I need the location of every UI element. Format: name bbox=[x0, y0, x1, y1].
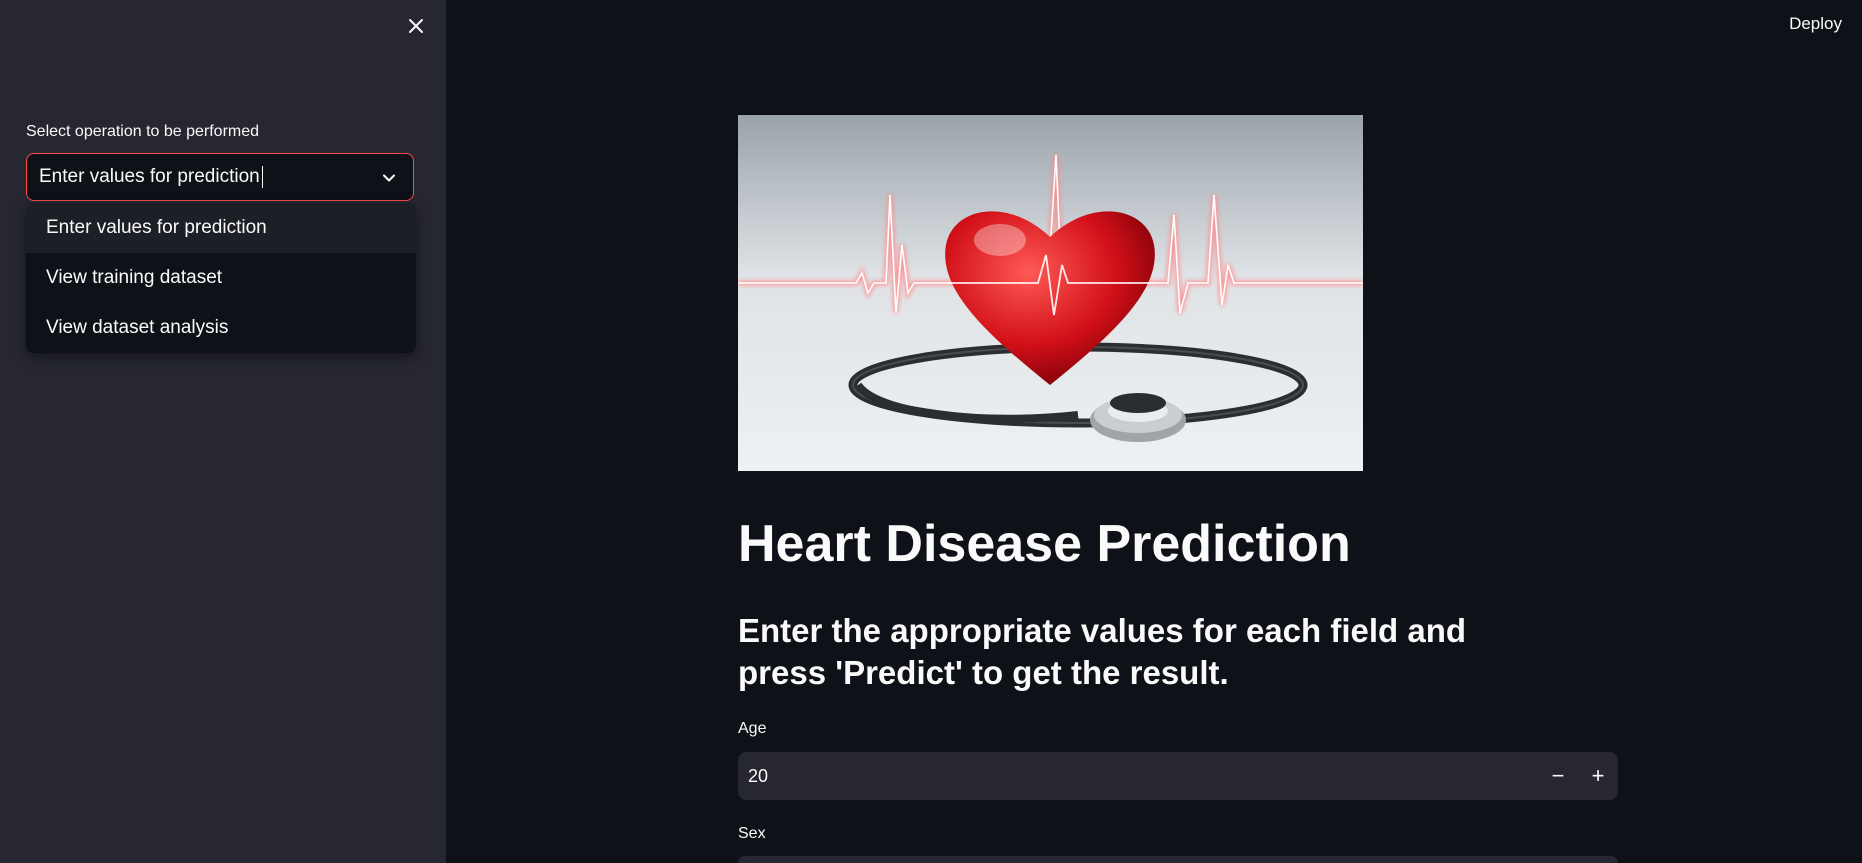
age-decrement-button[interactable]: − bbox=[1538, 752, 1578, 800]
operation-select-value[interactable]: Enter values for prediction bbox=[39, 166, 260, 188]
page-subtitle: Enter the appropriate values for each fi… bbox=[738, 612, 1467, 691]
age-increment-button[interactable]: + bbox=[1578, 752, 1618, 800]
age-value[interactable]: 20 bbox=[738, 766, 1538, 787]
sidebar: Select operation to be performed Enter v… bbox=[0, 0, 446, 863]
age-label: Age bbox=[738, 720, 767, 737]
app-root: Select operation to be performed Enter v… bbox=[0, 0, 1862, 863]
close-icon bbox=[409, 19, 423, 33]
operation-dropdown-menu: Enter values for prediction View trainin… bbox=[26, 203, 416, 353]
deploy-button[interactable]: Deploy bbox=[1789, 14, 1842, 34]
age-number-input[interactable]: 20 − + bbox=[738, 752, 1618, 800]
sex-select[interactable] bbox=[738, 856, 1618, 863]
heart-stethoscope-illustration bbox=[738, 115, 1363, 471]
dropdown-option-enter-values[interactable]: Enter values for prediction bbox=[26, 203, 416, 253]
close-sidebar-button[interactable] bbox=[404, 14, 428, 38]
page-title: Heart Disease Prediction bbox=[738, 515, 1351, 573]
sex-label: Sex bbox=[738, 825, 766, 842]
hero-image bbox=[738, 115, 1363, 471]
chevron-down-icon[interactable] bbox=[379, 168, 399, 188]
select-operation-label: Select operation to be performed bbox=[26, 123, 260, 140]
operation-select[interactable]: Enter values for prediction bbox=[26, 153, 414, 201]
text-cursor bbox=[261, 166, 263, 188]
dropdown-option-view-training-dataset[interactable]: View training dataset bbox=[26, 253, 416, 303]
dropdown-option-view-dataset-analysis[interactable]: View dataset analysis bbox=[26, 303, 416, 353]
